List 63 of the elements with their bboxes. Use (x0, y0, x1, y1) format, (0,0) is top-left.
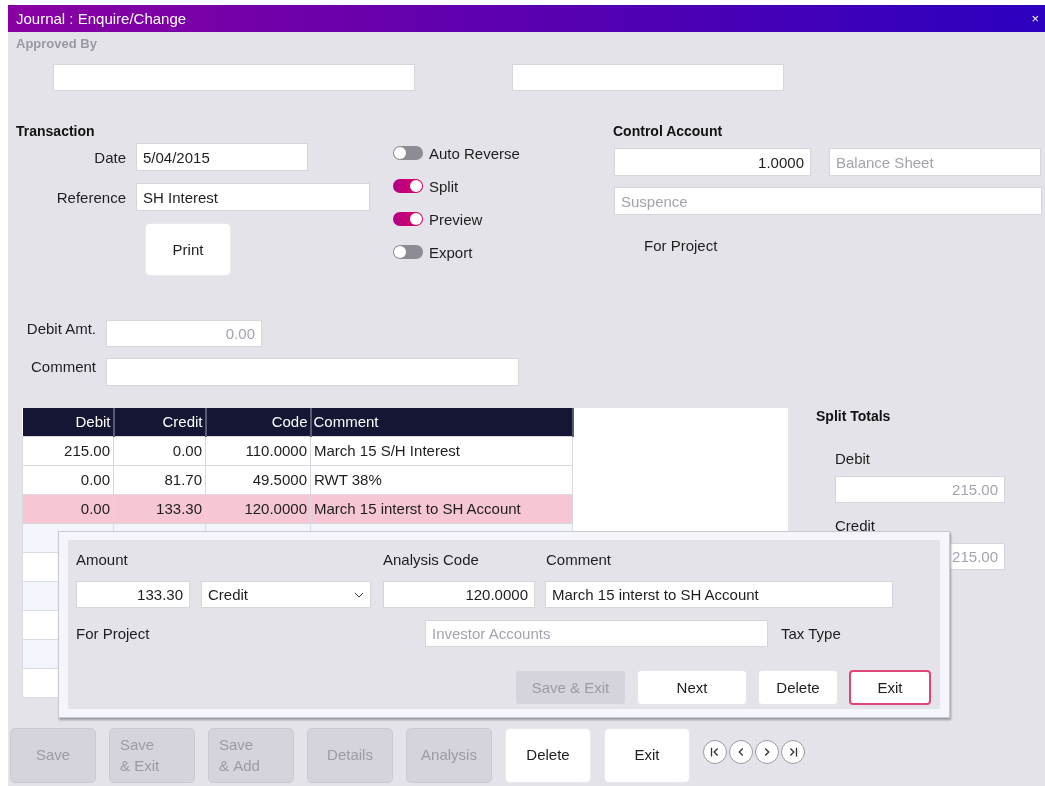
table-cell: RWT 38% (310, 465, 573, 494)
section-heading: Split Totals (816, 408, 891, 424)
window-title: Journal : Enquire/Change (16, 10, 187, 27)
field-label: For Project (76, 625, 151, 642)
previous-record-button[interactable] (729, 740, 753, 764)
table-cell: 0.00 (22, 494, 114, 523)
toggle-label: Preview (429, 210, 483, 228)
table-cell: 110.0000 (205, 436, 311, 465)
table-cell: 0.00 (22, 465, 114, 494)
panel-button[interactable]: Delete (758, 670, 838, 705)
toggle-switch[interactable] (393, 245, 423, 259)
column-header[interactable]: Debit (22, 408, 114, 436)
last-record-button[interactable] (781, 740, 805, 764)
approved-by-field[interactable] (53, 64, 415, 91)
table-cell: 49.5000 (205, 465, 311, 494)
table-cell: 0.00 (113, 436, 206, 465)
toggle-label: Split (429, 177, 459, 195)
print-button[interactable]: Print (145, 223, 231, 276)
table-cell: 215.00 (22, 436, 114, 465)
field-label: Amount (76, 550, 129, 568)
comment-field[interactable] (106, 358, 519, 386)
table-cell: 133.30 (113, 494, 206, 523)
toggle-switch[interactable] (393, 179, 423, 193)
analysis-code-field[interactable]: 120.0000 (383, 581, 535, 608)
column-header[interactable]: Code (205, 408, 311, 436)
table-cell: 120.0000 (205, 494, 311, 523)
approved-by-field[interactable] (512, 64, 784, 91)
panel-button[interactable]: Exit (849, 670, 931, 705)
table-cell: March 15 interst to SH Account (310, 494, 573, 523)
close-button[interactable]: × (1031, 12, 1039, 25)
amount-field[interactable]: 133.30 (76, 581, 190, 608)
field-label: Credit (835, 517, 875, 534)
side-dropdown[interactable]: Credit (201, 581, 371, 608)
next-record-button[interactable] (755, 740, 779, 764)
field-label: Debit Amt. (25, 320, 96, 339)
section-heading: Transaction (16, 123, 95, 139)
toggle-label: Auto Reverse (429, 144, 520, 162)
field-label: Date (93, 148, 126, 166)
toolbar-button[interactable]: Exit (604, 728, 690, 783)
chevron-icon (354, 591, 364, 598)
toggle-switch[interactable] (393, 146, 423, 160)
date-field[interactable]: 5/04/2015 (136, 143, 308, 171)
toggle-switch[interactable] (393, 212, 423, 226)
reference-field[interactable]: SH Interest (136, 183, 370, 211)
field-label: Comment (29, 358, 96, 377)
column-header[interactable]: Comment (310, 408, 573, 436)
field-label: For Project (644, 237, 718, 254)
line-comment-field[interactable]: March 15 interst to SH Account (545, 581, 893, 608)
section-heading: Approved By (16, 36, 97, 51)
section-heading: Control Account (613, 123, 723, 139)
field-label: Analysis Code (383, 550, 480, 568)
toggle-label: Export (429, 243, 473, 261)
field-label: Comment (546, 550, 612, 568)
account-code-field[interactable]: 1.0000 (614, 148, 811, 176)
column-header[interactable]: Credit (113, 408, 206, 436)
field-label: Reference (55, 188, 126, 206)
toolbar-button[interactable]: Delete (505, 728, 591, 783)
field-label: Debit (835, 450, 871, 467)
panel-button[interactable]: Next (637, 670, 747, 705)
table-cell: 81.70 (113, 465, 206, 494)
field-label: Tax Type (781, 625, 841, 642)
first-record-button[interactable] (703, 740, 727, 764)
table-cell: March 15 S/H Interest (310, 436, 573, 465)
